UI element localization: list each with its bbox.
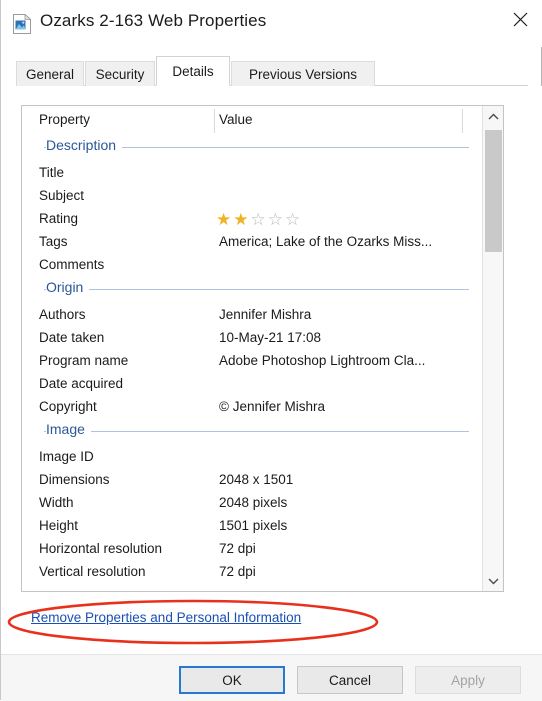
property-row[interactable]: Date acquired — [22, 374, 483, 397]
property-row[interactable]: Comments — [22, 255, 483, 278]
dialog-button-bar: OK Cancel Apply — [1, 654, 542, 701]
property-name: Tags — [39, 234, 68, 249]
section-rule — [44, 431, 469, 432]
tab-security[interactable]: Security — [85, 61, 155, 86]
property-row[interactable]: Image ID — [22, 447, 483, 470]
property-name: Copyright — [39, 399, 97, 414]
vertical-scrollbar[interactable] — [482, 106, 503, 591]
property-row[interactable]: Date taken 10-May-21 17:08 — [22, 328, 483, 351]
scrollbar-thumb[interactable] — [485, 130, 502, 252]
property-row[interactable]: Height 1501 pixels — [22, 516, 483, 539]
property-name: Image ID — [39, 449, 94, 464]
property-row[interactable]: Program name Adobe Photoshop Lightroom Cl… — [22, 351, 483, 374]
tab-general[interactable]: General — [16, 61, 84, 86]
star-icon: ☆ — [285, 210, 303, 229]
tab-previous-versions[interactable]: Previous Versions — [231, 61, 375, 86]
ok-button-label: OK — [222, 672, 242, 688]
property-row[interactable]: Rating ★★☆☆☆ — [22, 209, 483, 232]
property-value: 10-May-21 17:08 — [219, 330, 322, 345]
property-name: Vertical resolution — [39, 564, 146, 579]
star-icon: ★ — [216, 210, 234, 229]
property-name: Program name — [39, 353, 129, 368]
property-list-viewport: Property Value Description Title Subject Ra… — [22, 106, 483, 591]
property-value: 2048 pixels — [219, 495, 288, 510]
cancel-button-label: Cancel — [328, 672, 372, 688]
tab-strip: General Security Details Previous Versio… — [1, 47, 542, 86]
property-value: America; Lake of the Ozarks Miss... — [219, 234, 433, 249]
tab-previous-versions-label: Previous Versions — [248, 66, 358, 82]
column-divider-value — [462, 109, 463, 133]
property-name: Date acquired — [39, 376, 124, 391]
cancel-button[interactable]: Cancel — [297, 666, 403, 694]
property-name: Dimensions — [39, 472, 110, 487]
property-value: 2048 x 1501 — [219, 472, 294, 487]
property-value: Jennifer Mishra — [219, 307, 312, 322]
star-icon: ★ — [233, 210, 251, 229]
title-bar: Ozarks 2-163 Web Properties — [1, 0, 542, 47]
star-icon: ☆ — [267, 210, 285, 229]
properties-dialog: Ozarks 2-163 Web Properties General Secu… — [0, 0, 542, 701]
details-panel: Property Value Description Title Subject Ra… — [1, 86, 542, 654]
property-row[interactable]: Subject — [22, 186, 483, 209]
property-row[interactable]: Vertical resolution 72 dpi — [22, 562, 483, 585]
property-name: Authors — [39, 307, 86, 322]
property-list[interactable]: Property Value Description Title Subject Ra… — [21, 105, 504, 592]
tab-security-label: Security — [95, 66, 145, 82]
window-title: Ozarks 2-163 Web Properties — [40, 11, 267, 30]
section-title: Image — [46, 421, 91, 437]
section-header-image: Image — [22, 420, 483, 442]
column-header-value: Value — [219, 112, 253, 127]
column-divider-property — [214, 109, 215, 133]
ok-button[interactable]: OK — [179, 666, 285, 694]
section-rule — [44, 289, 469, 290]
property-name: Title — [39, 165, 65, 180]
property-name: Width — [39, 495, 74, 510]
property-name: Horizontal resolution — [39, 541, 163, 556]
property-value: 72 dpi — [219, 541, 256, 556]
tab-general-label: General — [25, 66, 75, 82]
chevron-down-icon[interactable] — [483, 570, 503, 591]
property-row[interactable]: Title — [22, 163, 483, 186]
tab-details[interactable]: Details — [156, 56, 230, 86]
property-name: Rating — [39, 211, 79, 226]
property-row[interactable]: Width 2048 pixels — [22, 493, 483, 516]
image-file-icon — [13, 13, 32, 34]
property-row[interactable]: Dimensions 2048 x 1501 — [22, 470, 483, 493]
column-header-property: Property — [39, 112, 91, 127]
property-name: Subject — [39, 188, 85, 203]
property-row[interactable]: Copyright © Jennifer Mishra — [22, 397, 483, 420]
property-name: Comments — [39, 257, 105, 272]
apply-button-label: Apply — [451, 672, 485, 688]
property-name: Height — [39, 518, 79, 533]
apply-button: Apply — [415, 666, 521, 694]
property-value: 72 dpi — [219, 564, 256, 579]
property-value: Adobe Photoshop Lightroom Cla... — [219, 353, 426, 368]
section-title: Origin — [46, 279, 90, 295]
chevron-up-icon[interactable] — [483, 106, 503, 127]
property-value: © Jennifer Mishra — [219, 399, 325, 414]
tab-details-label: Details — [172, 63, 214, 79]
property-name: Date taken — [39, 330, 105, 345]
section-title: Description — [46, 137, 123, 153]
rating-stars[interactable]: ★★☆☆☆ — [216, 209, 302, 231]
section-header-description: Description — [22, 136, 483, 158]
star-icon: ☆ — [250, 210, 268, 229]
property-value: 1501 pixels — [219, 518, 288, 533]
property-row[interactable]: Tags America; Lake of the Ozarks Miss... — [22, 232, 483, 255]
section-header-origin: Origin — [22, 278, 483, 300]
close-icon[interactable] — [497, 0, 542, 38]
remove-properties-link[interactable]: Remove Properties and Personal Informati… — [31, 610, 301, 625]
property-row[interactable]: Horizontal resolution 72 dpi — [22, 539, 483, 562]
property-row[interactable]: Authors Jennifer Mishra — [22, 305, 483, 328]
